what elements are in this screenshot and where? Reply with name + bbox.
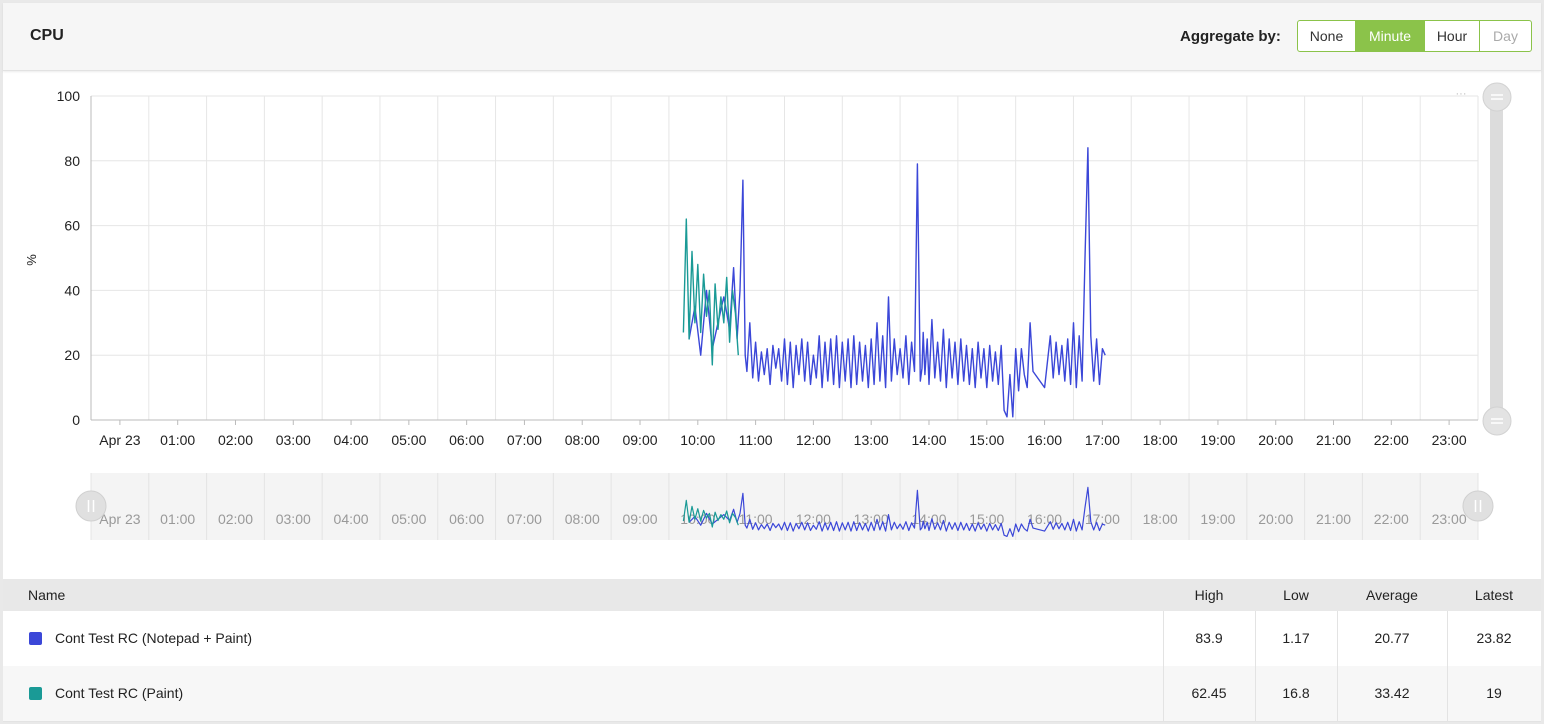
x-tick-label: 04:00 <box>334 432 369 448</box>
row-latest: 23.82 <box>1476 630 1512 646</box>
y-tick-label: 80 <box>64 153 80 169</box>
x-tick-label: 15:00 <box>969 432 1004 448</box>
cpu-panel: CPU Aggregate by: None Minute Hour Day 0… <box>3 3 1541 722</box>
navigator-tick-label: 01:00 <box>160 511 195 527</box>
navigator-tick-label: 05:00 <box>391 511 426 527</box>
navigator-tick-label: 14:00 <box>911 511 946 527</box>
y-axis-label: % <box>24 254 39 266</box>
navigator-tick-label: 20:00 <box>1258 511 1293 527</box>
x-tick-label: 14:00 <box>911 432 946 448</box>
x-gridlines <box>90 96 1479 420</box>
x-tick-label: 05:00 <box>391 432 426 448</box>
row-low: 16.8 <box>1282 685 1310 701</box>
column-header-low[interactable]: Low <box>1255 579 1337 611</box>
x-tick-label: 21:00 <box>1316 432 1351 448</box>
table-row[interactable]: Cont Test RC (Notepad + Paint) 83.9 1.17… <box>3 611 1541 667</box>
x-tick-label: 19:00 <box>1200 432 1235 448</box>
y-zoom-top-handle-icon[interactable] <box>1482 82 1512 112</box>
navigator-tick-label: 03:00 <box>276 511 311 527</box>
navigator-tick-label: 19:00 <box>1200 511 1235 527</box>
navigator-tick-label: 18:00 <box>1143 511 1178 527</box>
stats-table-header: Name High Low Average Latest <box>3 579 1541 611</box>
y-tick-label: 40 <box>64 282 80 298</box>
x-tick-label: 13:00 <box>854 432 889 448</box>
x-tick-label: 10:00 <box>680 432 715 448</box>
x-tick-label: 06:00 <box>449 432 484 448</box>
series-color-swatch <box>29 632 42 645</box>
series-lines <box>682 147 1106 418</box>
column-header-name[interactable]: Name <box>28 579 65 611</box>
x-tick-label: 09:00 <box>622 432 657 448</box>
y-tick-label: 60 <box>64 218 80 234</box>
x-tick-label: 08:00 <box>565 432 600 448</box>
navigator-tick-label: 21:00 <box>1316 511 1351 527</box>
row-high: 83.9 <box>1195 630 1223 646</box>
y-tick-label: 0 <box>72 412 80 428</box>
navigator-tick-label: 06:00 <box>449 511 484 527</box>
column-header-average[interactable]: Average <box>1337 579 1447 611</box>
navigator-tick-label: 02:00 <box>218 511 253 527</box>
y-tick-label: 100 <box>57 88 81 104</box>
x-tick-label: 20:00 <box>1258 432 1293 448</box>
x-tick-label: 01:00 <box>160 432 195 448</box>
navigator-tick-label: 04:00 <box>334 511 369 527</box>
navigator-left-handle-icon[interactable] <box>75 490 107 522</box>
cpu-chart: 0 20 40 60 80 100 Apr 23 01:00 02:00 03:00 04:00 0… <box>24 82 1512 540</box>
row-average: 20.77 <box>1374 630 1410 646</box>
y-zoom-track[interactable] <box>1490 97 1503 421</box>
x-tick-label: 23:00 <box>1432 432 1467 448</box>
navigator-tick-label: 09:00 <box>622 511 657 527</box>
series-line-0[interactable] <box>688 147 1106 418</box>
navigator-tick-label: 23:00 <box>1432 511 1467 527</box>
series-line-1[interactable] <box>682 218 739 366</box>
row-name: Cont Test RC (Paint) <box>55 685 184 701</box>
x-tick-label: 22:00 <box>1374 432 1409 448</box>
x-tick-label: 11:00 <box>739 432 773 448</box>
navigator-tick-label: Apr 23 <box>99 511 140 527</box>
y-tick-label: 20 <box>64 347 80 363</box>
table-row[interactable]: Cont Test RC (Paint) 62.45 16.8 33.42 19 <box>3 666 1541 722</box>
y-tick-labels: 0 20 40 60 80 100 <box>57 88 81 428</box>
y-zoom-bottom-handle-icon[interactable] <box>1482 406 1512 436</box>
column-header-high[interactable]: High <box>1163 579 1255 611</box>
navigator-tick-label: 08:00 <box>565 511 600 527</box>
x-tick-label: Apr 23 <box>99 432 140 448</box>
row-high: 62.45 <box>1191 685 1227 701</box>
x-tick-label: 07:00 <box>507 432 542 448</box>
x-tick-label: 17:00 <box>1085 432 1120 448</box>
x-tick-label: 16:00 <box>1027 432 1062 448</box>
navigator-tick-label: 07:00 <box>507 511 542 527</box>
row-low: 1.17 <box>1282 630 1310 646</box>
navigator-tick-label: 15:00 <box>969 511 1004 527</box>
x-tick-label: 03:00 <box>276 432 311 448</box>
x-tick-label: 12:00 <box>796 432 831 448</box>
navigator-tick-label: 22:00 <box>1374 511 1409 527</box>
x-tick-label: 02:00 <box>218 432 253 448</box>
more-icon[interactable]: ··· <box>1456 88 1467 100</box>
row-name: Cont Test RC (Notepad + Paint) <box>55 630 253 646</box>
navigator-right-handle-icon[interactable] <box>1462 490 1494 522</box>
x-tick-labels: Apr 23 01:00 02:00 03:00 04:00 05:00 06:00 07:0… <box>99 420 1467 448</box>
x-tick-label: 18:00 <box>1143 432 1178 448</box>
row-average: 33.42 <box>1374 685 1410 701</box>
column-header-latest[interactable]: Latest <box>1447 579 1541 611</box>
series-color-swatch <box>29 687 42 700</box>
row-latest: 19 <box>1486 685 1502 701</box>
